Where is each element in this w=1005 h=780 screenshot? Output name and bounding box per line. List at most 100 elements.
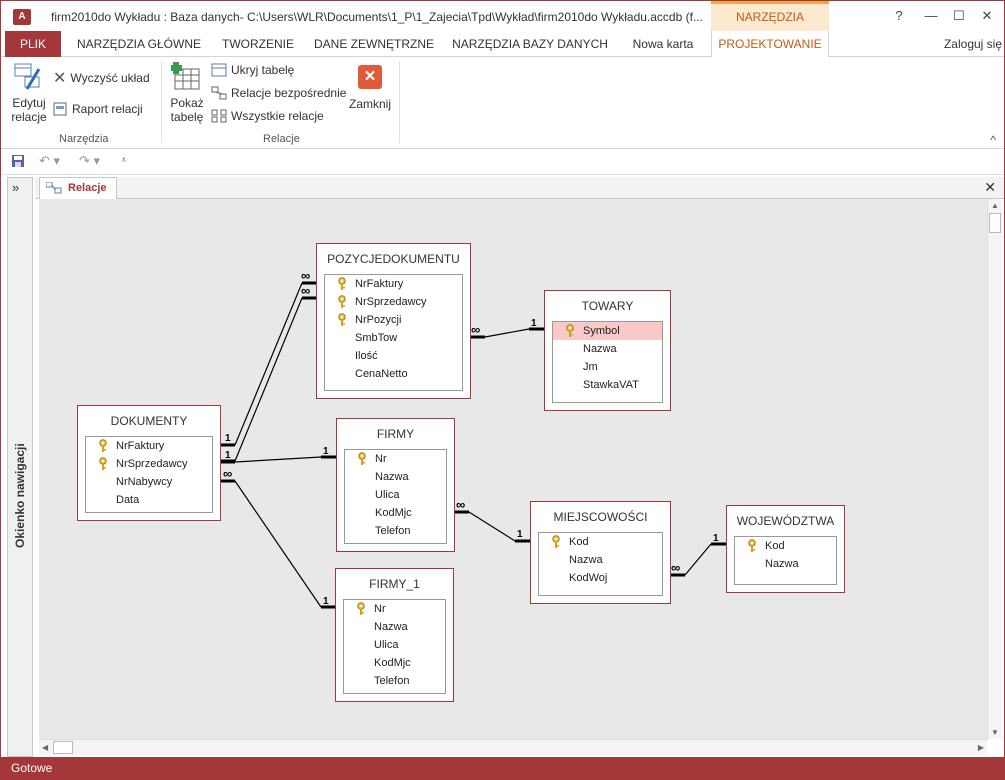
clear-layout-button[interactable]: ✕ Wyczyść układ xyxy=(53,68,150,88)
table-miejscowosci[interactable]: MIEJSCOWOŚCI Kod Nazwa KodWoj xyxy=(530,501,671,604)
field-row[interactable]: NrPozycji xyxy=(325,311,462,329)
field-row[interactable]: Nazwa xyxy=(344,618,445,636)
table-title: FIRMY_1 xyxy=(369,577,420,591)
field-row[interactable]: Ulica xyxy=(344,636,445,654)
field-row[interactable]: SmbTow xyxy=(325,329,462,347)
field-row[interactable]: NrNabywcy xyxy=(86,473,212,491)
field-row[interactable]: Nr xyxy=(345,450,446,468)
table-dokumenty[interactable]: DOKUMENTY NrFaktury NrSprzedawcy NrNabywcy… xyxy=(77,405,221,521)
scroll-up-icon[interactable]: ▲ xyxy=(991,201,999,210)
field-row[interactable]: Ilość xyxy=(325,347,462,365)
field-row[interactable]: NrFaktury xyxy=(86,437,212,455)
field-name: Nazwa xyxy=(583,343,617,355)
field-name: NrSprzedawcy xyxy=(355,296,427,308)
context-tab-header: NARZĘDZIA RELACJI xyxy=(711,1,829,50)
tab-database-tools[interactable]: NARZĘDZIA BAZY DANYCH xyxy=(449,31,611,57)
field-row[interactable]: Data xyxy=(86,491,212,509)
primary-key-icon xyxy=(358,452,366,465)
field-name: Nazwa xyxy=(765,558,799,570)
field-row[interactable]: NrFaktury xyxy=(325,275,462,293)
tab-create[interactable]: TWORZENIE xyxy=(217,31,299,57)
tab-new[interactable]: Nowa karta xyxy=(621,31,705,57)
tab-home[interactable]: NARZĘDZIA GŁÓWNE xyxy=(71,31,207,57)
all-relations-button[interactable]: Wszystkie relacje xyxy=(211,106,324,126)
access-app-icon[interactable]: A xyxy=(13,9,31,25)
field-name: KodMjc xyxy=(375,507,412,519)
direct-relations-button[interactable]: Relacje bezpośrednie xyxy=(211,83,346,103)
field-row[interactable]: Kod xyxy=(735,537,836,555)
horizontal-scroll-thumb[interactable] xyxy=(53,741,73,754)
tab-file[interactable]: PLIK xyxy=(5,31,61,57)
field-row[interactable]: Telefon xyxy=(345,522,446,540)
tab-external-data[interactable]: DANE ZEWNĘTRZNE xyxy=(307,31,441,57)
field-row[interactable]: NrSprzedawcy xyxy=(86,455,212,473)
scroll-right-icon[interactable]: ▶ xyxy=(978,743,984,752)
vertical-scrollbar[interactable]: ▲ ▼ xyxy=(987,199,1002,739)
relation-report-button[interactable]: Raport relacji xyxy=(53,99,143,119)
signin-link[interactable]: Zaloguj się xyxy=(944,31,1002,57)
collapse-ribbon-icon[interactable]: ^ xyxy=(990,133,996,147)
vertical-scroll-thumb[interactable] xyxy=(989,213,1001,233)
primary-key-icon xyxy=(338,313,346,326)
field-row[interactable]: Nazwa xyxy=(553,340,662,358)
field-row[interactable]: KodWoj xyxy=(539,569,662,587)
field-row[interactable]: Ulica xyxy=(345,486,446,504)
report-icon xyxy=(53,102,67,116)
field-row[interactable]: Nazwa xyxy=(345,468,446,486)
field-name: Nazwa xyxy=(569,554,603,566)
tab-design[interactable]: PROJEKTOWANIE xyxy=(711,31,829,58)
field-list: NrFaktury NrSprzedawcy NrPozycji SmbTow Iloś… xyxy=(324,274,463,391)
field-name: Ilość xyxy=(355,350,378,362)
edit-relations-button[interactable]: Edytuj relacje xyxy=(9,61,49,124)
close-window-button[interactable]: ✕ xyxy=(975,5,999,27)
close-relations-button[interactable]: ✕ Zamknij xyxy=(347,65,393,111)
scroll-left-icon[interactable]: ◀ xyxy=(42,743,48,752)
table-pozycjedokumentu[interactable]: POZYCJEDOKUMENTU NrFaktury NrSprzedawcy Nr… xyxy=(316,243,471,399)
field-row[interactable]: KodMjc xyxy=(344,654,445,672)
field-row[interactable]: KodMjc xyxy=(345,504,446,522)
minimize-button[interactable]: — xyxy=(919,5,943,27)
field-name: Nazwa xyxy=(375,471,409,483)
table-wojewodztwa[interactable]: WOJEWÓDZTWA Kod Nazwa xyxy=(726,505,845,593)
horizontal-scrollbar[interactable]: ◀ ▶ xyxy=(39,739,987,755)
table-firmy-1[interactable]: FIRMY_1 Nr Nazwa Ulica KodMjc Telefon xyxy=(335,568,454,702)
field-row[interactable]: Nazwa xyxy=(539,551,662,569)
table-towary[interactable]: TOWARY Symbol Nazwa Jm StawkaVAT xyxy=(544,290,671,411)
help-button[interactable]: ? xyxy=(887,5,911,27)
field-name: Nr xyxy=(375,453,387,465)
field-row[interactable]: CenaNetto xyxy=(325,365,462,383)
tab-relations[interactable]: Relacje xyxy=(39,177,117,200)
redo-icon[interactable]: ↷ ▾ xyxy=(79,153,100,169)
card-many: ∞ xyxy=(223,466,232,481)
title-bar: A firm2010do Wykładu : Baza danych- C:\U… xyxy=(1,1,1004,50)
field-row[interactable]: Nr xyxy=(344,600,445,618)
field-row[interactable]: Nazwa xyxy=(735,555,836,573)
table-title: TOWARY xyxy=(581,299,634,313)
field-list: NrFaktury NrSprzedawcy NrNabywcy Data xyxy=(85,436,213,513)
hide-table-button[interactable]: Ukryj tabelę xyxy=(211,60,294,80)
field-row[interactable]: Jm xyxy=(553,358,662,376)
field-row[interactable]: Symbol xyxy=(553,322,662,340)
expand-nav-icon[interactable]: » xyxy=(12,180,19,195)
document-tab-bar: Relacje ✕ xyxy=(35,177,1004,200)
field-row[interactable]: Telefon xyxy=(344,672,445,690)
field-row[interactable]: StawkaVAT xyxy=(553,376,662,394)
scroll-down-icon[interactable]: ▼ xyxy=(991,728,999,737)
customize-qat-icon[interactable]: ⩡ xyxy=(121,155,127,166)
table-firmy[interactable]: FIRMY Nr Nazwa Ulica KodMjc Telefon xyxy=(336,418,455,552)
maximize-button[interactable]: ☐ xyxy=(947,5,971,27)
field-name: Telefon xyxy=(374,675,410,687)
close-red-icon: ✕ xyxy=(358,65,382,89)
undo-icon[interactable]: ↶ ▾ xyxy=(39,153,60,169)
relationship-canvas[interactable]: 1 1 ∞ ∞ ∞ 1 1 ∞ 1 ∞ 1 ∞ 1 DOKUMENTY NrFa… xyxy=(39,199,987,739)
close-document-icon[interactable]: ✕ xyxy=(984,179,996,196)
field-row[interactable]: NrSprzedawcy xyxy=(325,293,462,311)
save-icon[interactable] xyxy=(11,154,25,168)
primary-key-icon xyxy=(338,277,346,290)
field-row[interactable]: Kod xyxy=(539,533,662,551)
group-label-tools: Narzędzia xyxy=(59,133,109,145)
navigation-pane[interactable]: » Okienko nawigacji xyxy=(7,177,33,757)
show-table-label-1: Pokaż xyxy=(170,96,204,110)
show-table-button[interactable]: Pokaż tabelę xyxy=(167,61,207,124)
table-title: DOKUMENTY xyxy=(110,414,188,428)
